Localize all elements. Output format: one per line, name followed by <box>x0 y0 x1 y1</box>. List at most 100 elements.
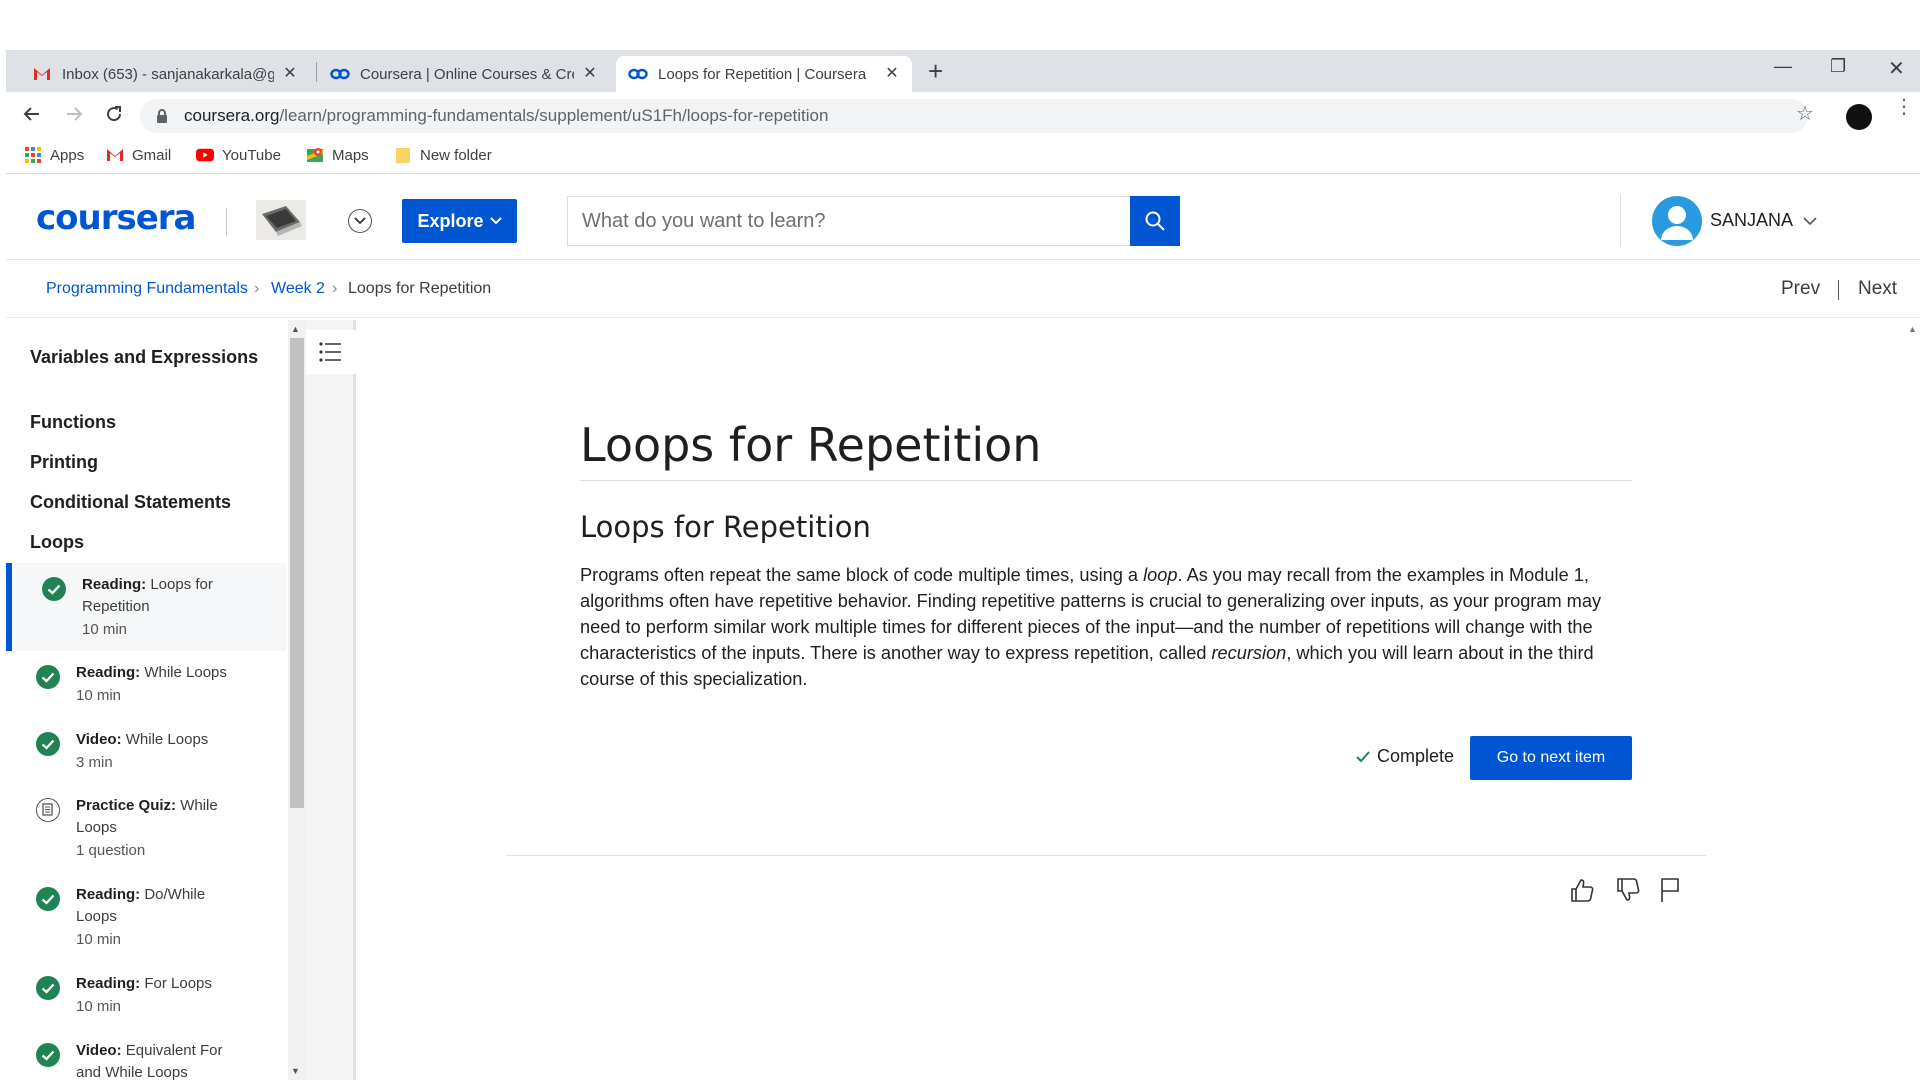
explore-label: Explore <box>417 210 484 231</box>
outline-item-video-equivalent-loops[interactable]: Video: Equivalent For and While Loops <box>6 1033 286 1080</box>
item-name: While Loops <box>144 664 227 681</box>
outline-item-title: Reading: Do/While Loops <box>76 884 236 928</box>
section-variables-and-expressions[interactable]: Variables and Expressions <box>30 345 270 370</box>
outline-item-reading-loops-for-repetition[interactable]: Reading: Loops for Repetition 10 min <box>6 563 286 651</box>
scroll-down-arrow-icon[interactable]: ▼ <box>291 1066 300 1076</box>
coursera-icon <box>330 66 350 82</box>
tab-gmail[interactable]: Inbox (653) - sanjanakarkala@gmail.com -… <box>20 56 310 92</box>
content-scrollbar[interactable] <box>1906 320 1920 1080</box>
breadcrumb-week[interactable]: Week 2 <box>271 280 325 298</box>
complete-status: Complete <box>1355 746 1454 767</box>
forward-icon[interactable] <box>64 104 84 128</box>
outline-item-meta: 10 min <box>82 621 128 638</box>
bookmark-star-icon[interactable]: ☆ <box>1796 104 1814 124</box>
bookmark-gmail[interactable]: Gmail <box>106 146 171 164</box>
tab-loops-for-repetition[interactable]: Loops for Repetition | Coursera ✕ <box>616 56 912 92</box>
browser-menu-icon[interactable]: ⋮ <box>1894 97 1914 117</box>
outline-item-video-while-loops[interactable]: Video: While Loops 3 min <box>6 722 286 788</box>
url-domain: coursera.org <box>184 106 280 125</box>
close-tab-icon[interactable]: ✕ <box>884 66 900 82</box>
content-divider <box>506 855 1706 856</box>
section-functions[interactable]: Functions <box>30 410 270 435</box>
bookmark-youtube[interactable]: YouTube <box>196 146 281 164</box>
complete-label: Complete <box>1377 746 1455 766</box>
toc-rail <box>306 320 356 1080</box>
section-conditional-statements[interactable]: Conditional Statements <box>30 490 270 515</box>
item-type: Video: <box>76 1042 122 1059</box>
completed-check-icon <box>36 732 60 756</box>
close-tab-icon[interactable]: ✕ <box>282 66 298 82</box>
completed-check-icon <box>36 976 60 1000</box>
scroll-up-arrow-icon[interactable]: ▲ <box>1908 324 1917 334</box>
outline-item-title: Practice Quiz: While Loops <box>76 795 236 839</box>
outline-item-practice-quiz-while-loops[interactable]: Practice Quiz: While Loops 1 question <box>6 788 286 878</box>
bookmark-label: New folder <box>420 146 492 164</box>
breadcrumb-course[interactable]: Programming Fundamentals <box>46 280 248 298</box>
gmail-icon <box>106 146 124 164</box>
outline-item-reading-for-loops[interactable]: Reading: For Loops 10 min <box>6 966 286 1032</box>
prev-link[interactable]: Prev <box>1781 278 1820 300</box>
scroll-up-arrow-icon[interactable]: ▲ <box>291 324 300 334</box>
user-avatar[interactable] <box>1652 196 1702 246</box>
profile-avatar[interactable] <box>1846 104 1872 130</box>
item-type: Reading: <box>76 975 141 992</box>
coursera-logo[interactable]: coursera <box>36 198 196 238</box>
bookmark-apps[interactable]: Apps <box>24 146 84 164</box>
bookmark-new-folder[interactable]: New folder <box>394 146 492 164</box>
course-switcher-chevron-icon[interactable] <box>348 209 372 233</box>
breadcrumb-separator-icon: › <box>254 280 260 297</box>
breadcrumb-separator-icon: › <box>332 280 338 297</box>
chevron-down-icon <box>489 217 502 225</box>
close-window-icon[interactable]: ✕ <box>1888 56 1905 81</box>
maps-icon <box>306 146 324 164</box>
header-divider <box>1620 195 1621 247</box>
bookmark-maps[interactable]: Maps <box>306 146 369 164</box>
outline-item-meta: 10 min <box>76 931 122 948</box>
para-emphasis: recursion <box>1211 643 1287 663</box>
reading-paragraph: Programs often repeat the same block of … <box>580 562 1640 692</box>
toggle-outline-button[interactable] <box>306 330 356 374</box>
completed-check-icon <box>36 665 60 689</box>
search-input[interactable]: What do you want to learn? <box>567 196 1131 246</box>
new-tab-icon[interactable]: + <box>928 58 943 84</box>
outline-item-reading-do-while-loops[interactable]: Reading: Do/While Loops 10 min <box>6 877 286 967</box>
item-name: While Loops <box>125 731 209 748</box>
back-icon[interactable] <box>22 104 42 128</box>
flag-icon[interactable] <box>1658 876 1682 909</box>
go-to-next-item-button[interactable]: Go to next item <box>1470 736 1632 780</box>
like-icon[interactable] <box>1568 876 1596 909</box>
dislike-icon[interactable] <box>1614 876 1642 909</box>
minimize-icon[interactable]: — <box>1774 56 1792 77</box>
tab-title: Inbox (653) - sanjanakarkala@gmail.com -… <box>62 65 274 83</box>
sidebar-scrollbar-thumb[interactable] <box>290 338 304 808</box>
tab-separator <box>316 62 317 82</box>
explore-button[interactable]: Explore <box>402 199 517 243</box>
bookmarks-bar <box>6 140 1920 174</box>
user-menu[interactable]: SANJANA <box>1710 210 1817 231</box>
bookmark-label: Apps <box>50 146 85 164</box>
reload-icon[interactable] <box>104 104 124 128</box>
tab-coursera-home[interactable]: Coursera | Online Courses & Credentials … <box>318 56 610 92</box>
close-tab-icon[interactable]: ✕ <box>582 66 598 82</box>
outline-item-meta: 10 min <box>76 687 122 704</box>
course-thumbnail[interactable] <box>256 200 306 240</box>
outline-item-title: Video: While Loops <box>76 729 236 751</box>
next-link[interactable]: Next <box>1858 278 1897 300</box>
tab-title: Loops for Repetition | Coursera <box>658 65 867 83</box>
bookmark-label: Maps <box>332 146 369 164</box>
item-type: Reading: <box>76 886 141 903</box>
item-name: For Loops <box>144 975 212 992</box>
restore-icon[interactable]: ❐ <box>1830 56 1846 77</box>
outline-item-reading-while-loops[interactable]: Reading: While Loops 10 min <box>6 655 286 721</box>
quiz-icon <box>36 798 60 822</box>
chevron-down-icon <box>1803 217 1817 226</box>
search-button[interactable] <box>1130 196 1180 246</box>
search-placeholder: What do you want to learn? <box>582 209 826 232</box>
section-printing[interactable]: Printing <box>30 450 270 475</box>
section-loops[interactable]: Loops <box>30 530 270 555</box>
title-divider <box>580 480 1632 481</box>
header-divider <box>226 208 227 236</box>
bookmark-label: Gmail <box>132 146 172 164</box>
url-text[interactable]: coursera.org/learn/programming-fundament… <box>184 106 828 126</box>
item-type: Reading: <box>76 664 141 681</box>
